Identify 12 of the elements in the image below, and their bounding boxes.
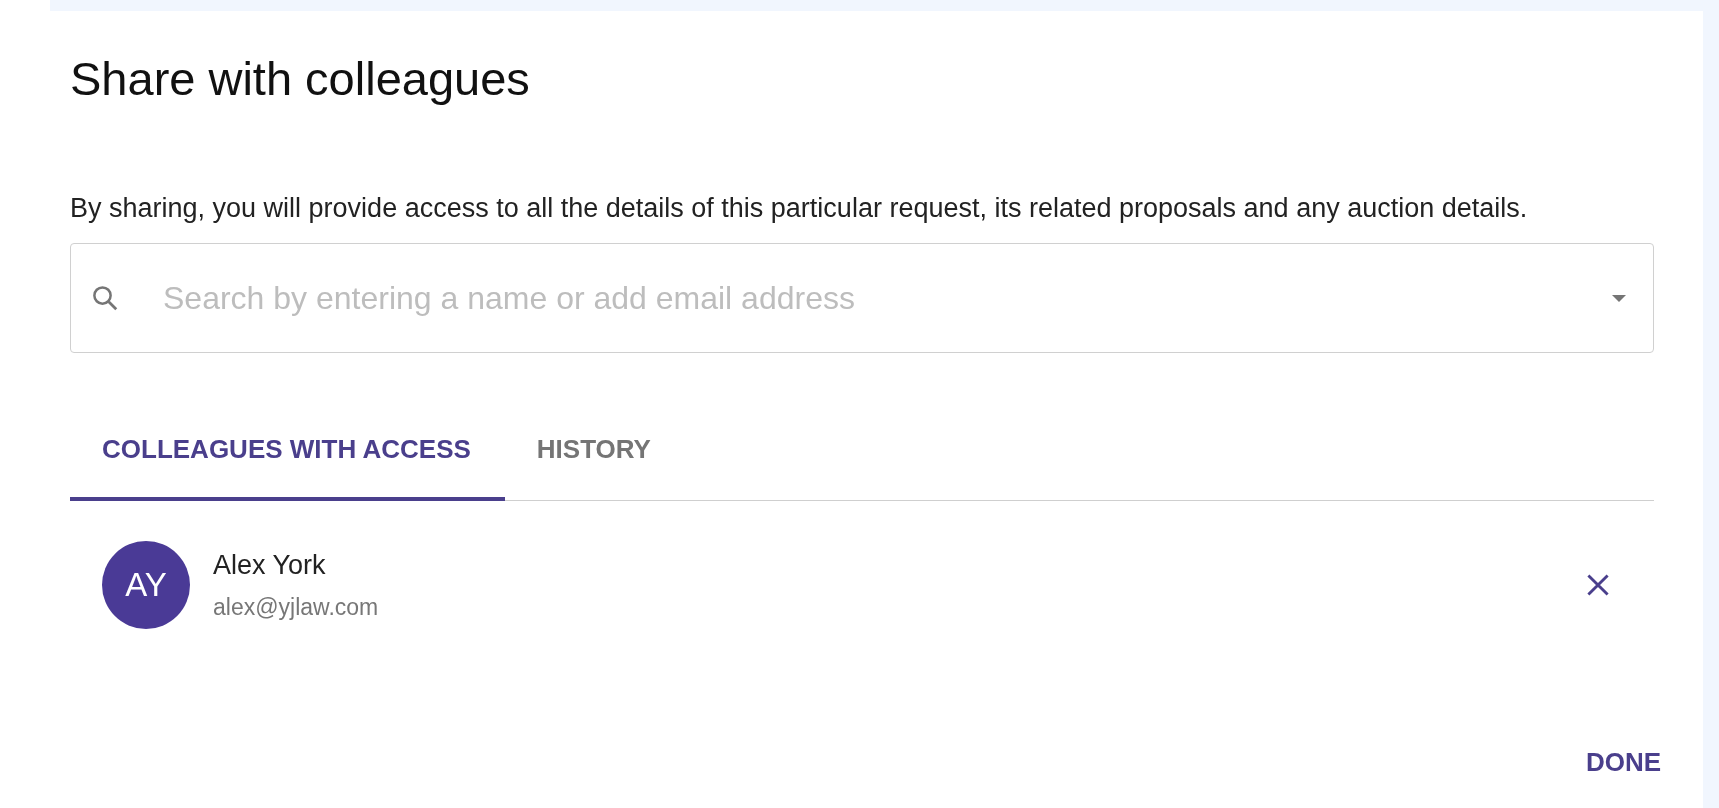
description-text: By sharing, you will provide access to all the details of this particular request, its related proposals and any auction details. <box>70 192 1529 225</box>
colleague-email: alex@yjlaw.com <box>213 592 380 621</box>
done-button[interactable]: DONE <box>1575 741 1661 784</box>
tab[interactable]: COLLEAGUES WITH ACCESS <box>70 403 505 501</box>
dropdown-caret-icon[interactable] <box>1612 295 1626 302</box>
dialog-title: Share with colleagues <box>70 51 531 107</box>
search-icon <box>90 283 120 313</box>
tab[interactable]: HISTORY <box>504 403 685 501</box>
colleague-name: Alex York <box>213 548 327 581</box>
search-field[interactable]: Search by entering a name or add email address <box>70 243 1654 353</box>
avatar: AY <box>102 540 190 629</box>
close-icon <box>1586 572 1610 597</box>
